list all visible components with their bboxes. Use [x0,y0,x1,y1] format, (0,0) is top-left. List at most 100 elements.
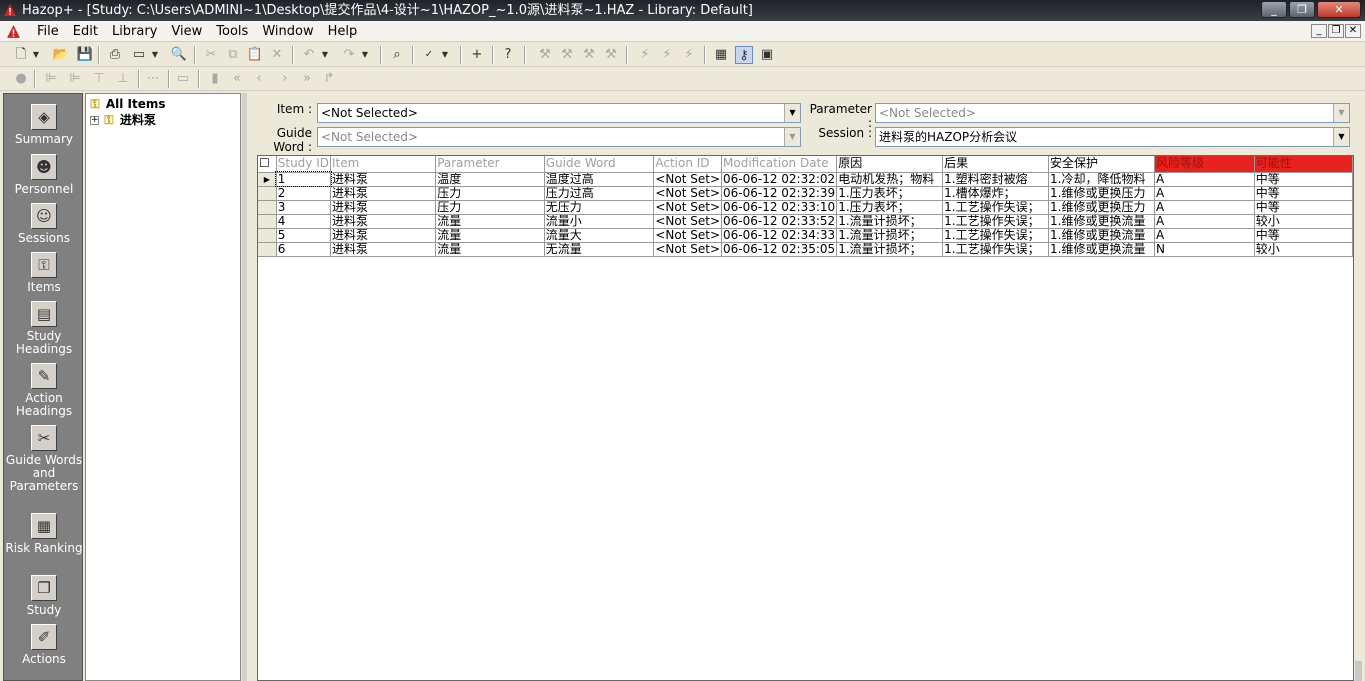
sidebar-item-summary[interactable]: ◈ Summary [4,104,84,146]
table-row[interactable]: 4 进料泵 流量 流量小 <Not Set> 06-06-12 02:33:52 1.流量计… [258,214,1353,229]
sidebar-item-personnel[interactable]: ☻ Personnel [4,154,84,196]
cell-safeguard[interactable]: 1.维修或更换压力 [1048,200,1155,215]
cell-cause[interactable]: 1.流量计损坏； [836,214,944,229]
row-selector[interactable] [258,186,277,201]
row-selector[interactable] [258,214,277,229]
column-header-action-id[interactable]: Action ID [653,156,722,173]
action-add-icon[interactable]: ⚡ [658,46,676,64]
cell-safeguard[interactable]: 1.冷却，降低物料 [1048,172,1155,187]
menu-file[interactable]: File [30,21,66,42]
cell-modification-date[interactable]: 06-06-12 02:33:52 [721,214,838,229]
cell-consequence[interactable]: 1.工艺操作失误； [942,214,1050,229]
cell-consequence[interactable]: 1.工艺操作失误； [942,200,1050,215]
grid-dots-icon[interactable]: ⋯ [144,70,162,88]
column-header-cause[interactable]: 原因 [836,156,944,173]
cell-consequence[interactable]: 1.工艺操作失误； [942,228,1050,243]
cell-modification-date[interactable]: 06-06-12 02:32:39 [721,186,838,201]
cell-action-id[interactable]: <Not Set> [653,242,722,257]
spellcheck-icon[interactable]: ✓ [420,46,438,64]
menu-tools[interactable]: Tools [209,21,255,42]
first-icon[interactable]: « [228,70,246,88]
chevron-down-icon[interactable]: ▼ [1333,128,1349,146]
cell-action-id[interactable]: <Not Set> [653,200,722,215]
minimize-button[interactable]: _ [1261,1,1287,18]
session-filter-select[interactable]: 进料泵的HAZOP分析会议 ▼ [875,127,1350,147]
cell-likelihood[interactable]: 较小 [1254,242,1353,257]
sidebar-item-sessions[interactable]: ☺ Sessions [4,203,84,245]
column-header-item[interactable]: Item [330,156,437,173]
table-row[interactable]: 3 进料泵 压力 无压力 <Not Set> 06-06-12 02:33:10 1.压力表… [258,200,1353,215]
align-left-icon[interactable]: ⊫ [42,70,60,88]
cell-safeguard[interactable]: 1.维修或更换压力 [1048,186,1155,201]
current-row-arrow-icon[interactable]: ▶ [258,172,277,187]
copy-icon[interactable]: ⧉ [224,46,242,64]
print-icon[interactable]: ⎙ [106,46,124,64]
child-close-button[interactable]: ✕ [1345,24,1361,38]
new-dropdown-icon[interactable]: ▼ [31,46,41,64]
cell-risk-level[interactable]: A [1154,228,1255,243]
chevron-down-icon[interactable]: ▼ [784,104,800,122]
link-add-icon[interactable]: ⚒ [558,46,576,64]
cell-likelihood[interactable]: 中等 [1254,186,1353,201]
menu-view[interactable]: View [164,21,209,42]
record-icon[interactable]: ● [12,70,30,88]
column-header-guide-word[interactable]: Guide Word [544,156,655,173]
jump-icon[interactable]: ↱ [320,70,338,88]
cell-guide-word[interactable]: 无压力 [544,200,655,215]
cell-action-id[interactable]: <Not Set> [653,214,722,229]
menu-window[interactable]: Window [255,21,320,42]
table-row[interactable]: 6 进料泵 流量 无流量 <Not Set> 06-06-12 02:35:05 1.流量计… [258,242,1353,257]
sidebar-item-action-headings[interactable]: ✎ Action Headings [4,363,84,418]
cell-study-id[interactable]: 3 [276,200,332,215]
sidebar-item-items[interactable]: ⚿ Items [4,252,84,294]
column-header-safeguard[interactable]: 安全保护 [1048,156,1155,173]
cell-action-id[interactable]: <Not Set> [653,172,722,187]
cell-cause[interactable]: 1.流量计损坏； [836,228,944,243]
cell-safeguard[interactable]: 1.维修或更换流量 [1048,242,1155,257]
cell-risk-level[interactable]: A [1154,186,1255,201]
page-setup-icon[interactable]: ▭ [130,46,148,64]
cut-icon[interactable]: ✂ [202,46,220,64]
cell-parameter[interactable]: 压力 [435,186,545,201]
cell-modification-date[interactable]: 06-06-12 02:34:33 [721,228,838,243]
frame-icon[interactable]: ▭ [174,70,192,88]
document-warning-icon[interactable] [6,24,21,39]
cell-study-id[interactable]: 6 [276,242,332,257]
save-icon[interactable]: 💾 [76,46,94,64]
delete-icon[interactable]: ✕ [268,46,286,64]
cell-likelihood[interactable]: 较小 [1254,214,1353,229]
cell-guide-word[interactable]: 无流量 [544,242,655,257]
cell-modification-date[interactable]: 06-06-12 02:32:02 [721,172,838,187]
link-edit-icon[interactable]: ⚒ [580,46,598,64]
cell-parameter[interactable]: 流量 [435,228,545,243]
help-icon[interactable]: ? [499,46,517,64]
maximize-button[interactable]: ❐ [1289,1,1315,18]
cell-risk-level[interactable]: N [1154,242,1255,257]
paste-icon[interactable]: 📋 [246,46,264,64]
cell-guide-word[interactable]: 流量小 [544,214,655,229]
cell-consequence[interactable]: 1.槽体爆炸； [942,186,1050,201]
bookmark-icon[interactable]: ▮ [206,70,224,88]
column-header-likelihood[interactable]: 可能性 [1254,156,1353,173]
key-view-icon[interactable]: ⚷ [735,46,753,64]
cell-consequence[interactable]: 1.塑料密封被熔 [942,172,1050,187]
cell-likelihood[interactable]: 中等 [1254,228,1353,243]
cell-likelihood[interactable]: 中等 [1254,200,1353,215]
grid-view-icon[interactable]: ▦ [712,46,730,64]
find-icon[interactable]: ⌕ [388,46,406,64]
cell-safeguard[interactable]: 1.维修或更换流量 [1048,228,1155,243]
chevron-down-icon[interactable]: ▼ [1333,104,1349,122]
column-header-study-id[interactable]: Study ID [276,156,332,173]
cell-modification-date[interactable]: 06-06-12 02:35:05 [721,242,838,257]
cell-action-id[interactable]: <Not Set> [653,228,722,243]
guide-word-filter-select[interactable]: <Not Selected> ▼ [317,127,801,147]
cell-consequence[interactable]: 1.工艺操作失误； [942,242,1050,257]
cell-cause[interactable]: 1.压力表坏； [836,200,944,215]
cell-guide-word[interactable]: 温度过高 [544,172,655,187]
parameter-filter-select[interactable]: <Not Selected> ▼ [875,103,1350,123]
expand-icon[interactable]: + [90,116,99,125]
cell-action-id[interactable]: <Not Set> [653,186,722,201]
redo-dropdown-icon[interactable]: ▼ [360,46,370,64]
action-icon[interactable]: ⚡ [636,46,654,64]
cell-item[interactable]: 进料泵 [330,242,437,257]
